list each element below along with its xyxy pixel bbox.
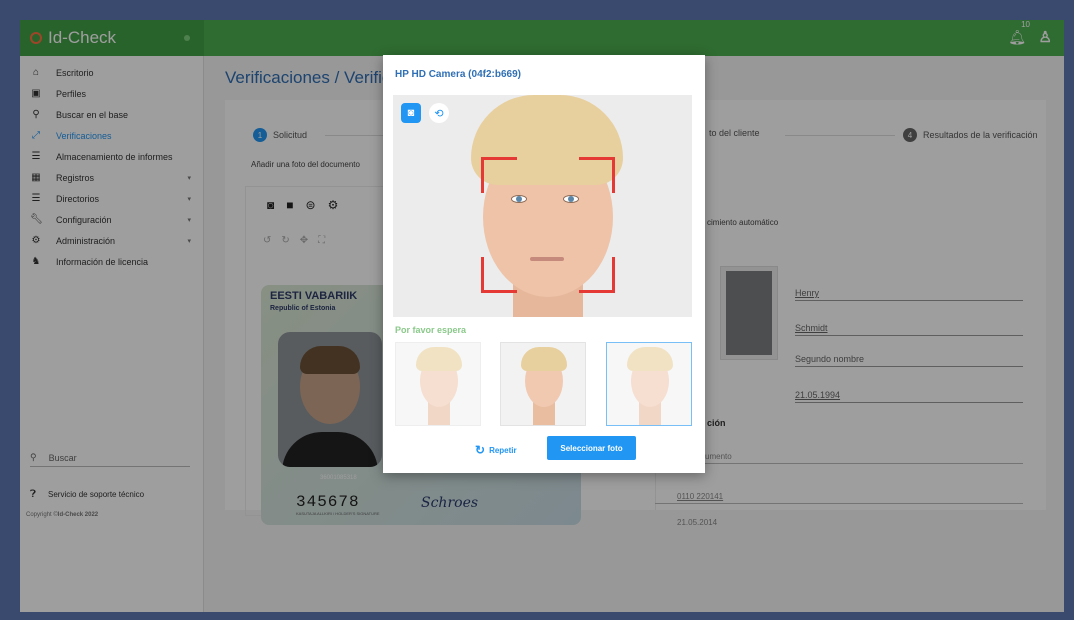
camera-preview: ◙ ⟲: [393, 95, 692, 317]
photo-thumbnail[interactable]: [395, 342, 481, 426]
camera-icon[interactable]: ◙: [401, 103, 421, 123]
modal-title: HP HD Camera (04f2:b669): [395, 69, 521, 80]
photo-thumbnail[interactable]: [500, 342, 586, 426]
face-frame-corner: [579, 257, 615, 293]
photo-thumbnail-selected[interactable]: [606, 342, 692, 426]
refresh-icon: ↻: [475, 443, 486, 457]
select-photo-button[interactable]: Seleccionar foto: [547, 436, 636, 460]
camera-modal: HP HD Camera (04f2:b669) ◙ ⟲ Por favor e…: [383, 55, 705, 473]
switch-camera-icon[interactable]: ⟲: [429, 103, 449, 123]
face-frame-corner: [579, 157, 615, 193]
repeat-label: Repetir: [489, 445, 517, 455]
wait-message: Por favor espera: [395, 325, 467, 335]
face-frame-corner: [481, 157, 517, 193]
face-frame-corner: [481, 257, 517, 293]
repeat-button[interactable]: ↻ Repetir: [475, 443, 517, 457]
app-window: Id-Check 10 🔔︎ ♙ ⌂ Escritorio ▣ Perfiles…: [20, 20, 1064, 612]
